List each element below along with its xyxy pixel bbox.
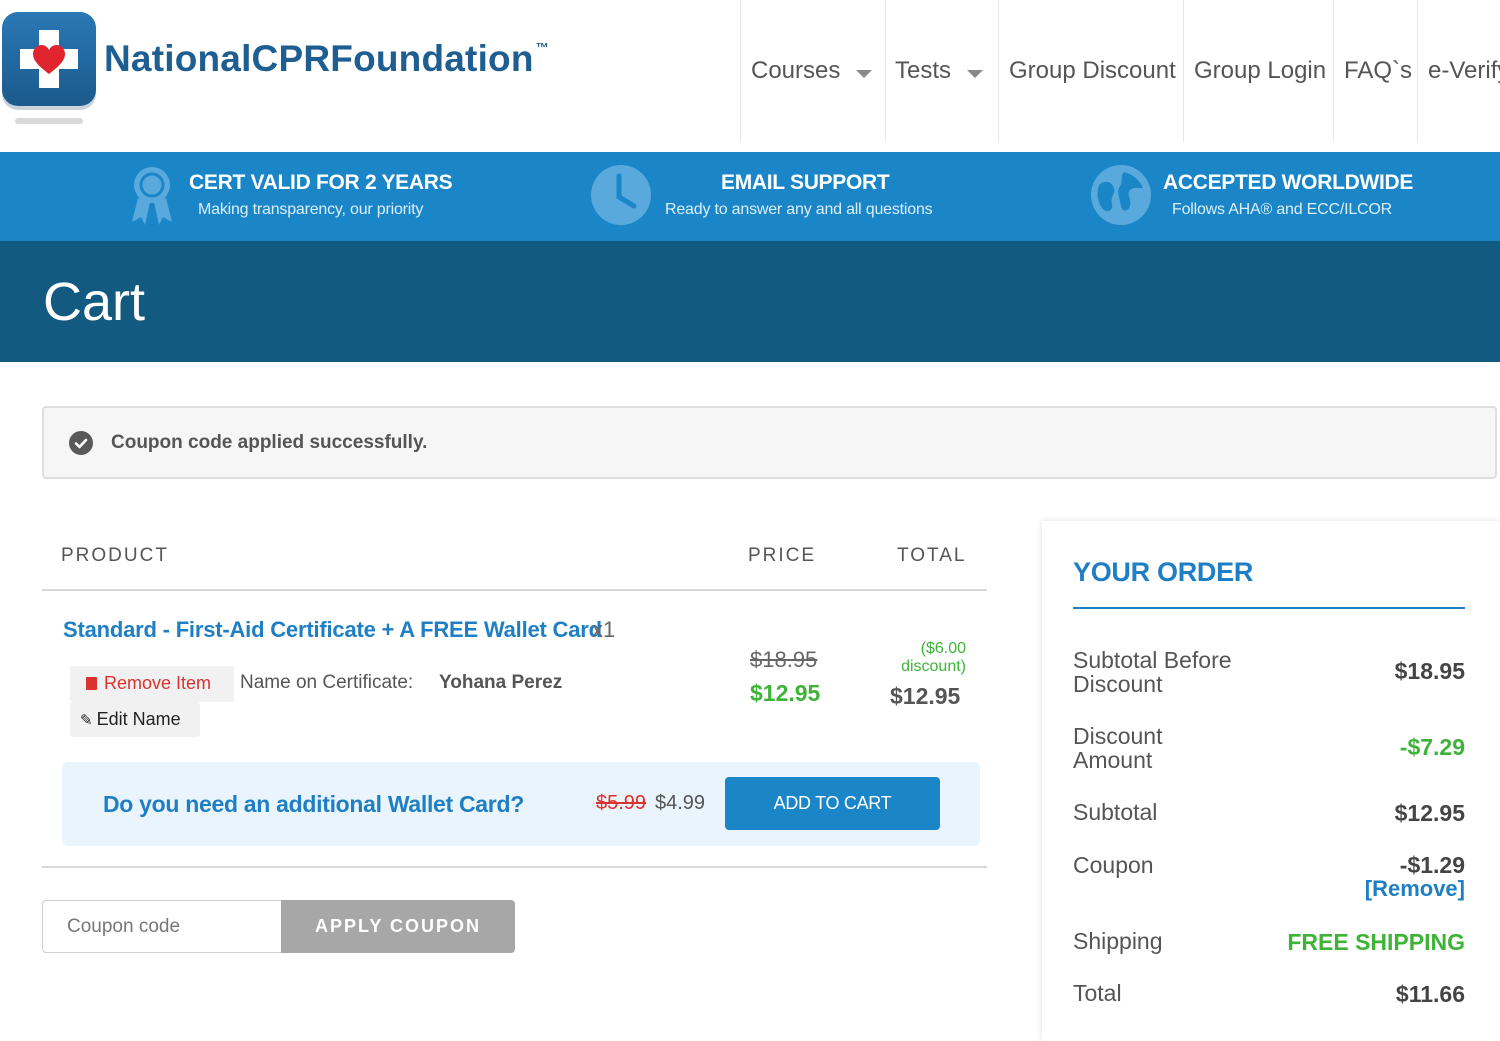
nav-courses[interactable]: Courses	[740, 0, 885, 142]
certificate-name-label: Name on Certificate:	[240, 672, 414, 693]
feature-subtitle: Ready to answer any and all questions	[665, 201, 933, 218]
summary-value-discount-amount: -$7.29	[1399, 734, 1465, 760]
column-header-product: PRODUCT	[61, 545, 169, 566]
success-notice: Coupon code applied successfully.	[42, 406, 1497, 479]
page-title-bar: Cart	[0, 241, 1500, 362]
add-to-cart-button[interactable]: ADD TO CART	[725, 777, 940, 830]
upsell-price-sale: $4.99	[655, 792, 706, 814]
ribbon-award-icon	[132, 167, 172, 225]
table-divider	[42, 866, 987, 868]
summary-value-coupon: -$1.29	[1399, 852, 1465, 878]
discount-note: ($6.00 discount)	[901, 640, 966, 675]
summary-label-shipping: Shipping	[1073, 928, 1163, 954]
summary-value-subtotal-before-discount: $18.95	[1394, 658, 1465, 684]
edit-name-button[interactable]: ✎ Edit Name	[70, 702, 200, 737]
remove-coupon-link[interactable]: [Remove]	[1365, 876, 1465, 902]
product-link[interactable]: Standard - First-Aid Certificate + A FRE…	[63, 617, 602, 643]
price-sale: $12.95	[750, 680, 821, 706]
summary-value-subtotal: $12.95	[1394, 800, 1465, 826]
feature-title: EMAIL SUPPORT	[721, 171, 890, 194]
chevron-down-icon	[967, 70, 984, 78]
nav-tests[interactable]: Tests	[885, 0, 998, 142]
logo-shadow	[15, 118, 83, 124]
column-header-total: TOTAL	[897, 545, 967, 566]
nav-group-discount[interactable]: Group Discount	[998, 0, 1183, 142]
column-header-price: PRICE	[748, 545, 817, 566]
summary-label-discount-amount: Discount Amount	[1073, 723, 1163, 773]
summary-value-shipping: FREE SHIPPING	[1287, 929, 1465, 955]
apply-coupon-button[interactable]: APPLY COUPON	[281, 900, 515, 953]
feature-subtitle: Making transparency, our priority	[198, 201, 424, 218]
clock-icon	[591, 165, 651, 225]
wallet-card-upsell: Do you need an additional Wallet Card? $…	[62, 762, 980, 846]
price-original: $18.95	[750, 647, 818, 672]
nav-e-verify[interactable]: e-Verify	[1417, 0, 1500, 142]
main-nav: Courses Tests Group Discount Group Login…	[740, 0, 1500, 142]
check-circle-icon	[69, 431, 93, 455]
feature-band: CERT VALID FOR 2 YEARS Making transparen…	[0, 152, 1500, 241]
summary-label-subtotal: Subtotal	[1073, 799, 1158, 825]
product-quantity: x1	[592, 617, 616, 642]
feature-subtitle: Follows AHA® and ECC/ILCOR	[1172, 201, 1392, 218]
logo-heart-cross-icon[interactable]	[2, 12, 96, 106]
site-header: NationalCPRFoundation ™ Courses Tests Gro…	[0, 0, 1500, 152]
feature-title: CERT VALID FOR 2 YEARS	[189, 171, 453, 194]
coupon-code-input[interactable]	[42, 900, 282, 953]
notice-message: Coupon code applied successfully.	[111, 432, 428, 453]
line-total: $12.95	[890, 683, 961, 709]
page-title: Cart	[43, 272, 146, 332]
table-divider	[42, 589, 987, 591]
summary-label-subtotal-before-discount: Subtotal Before Discount	[1073, 647, 1232, 697]
order-title-underline	[1073, 607, 1465, 609]
order-summary-title: YOUR ORDER	[1073, 557, 1254, 587]
certificate-name-value: Yohana Perez	[439, 672, 563, 693]
feature-title: ACCEPTED WORLDWIDE	[1163, 171, 1414, 194]
chevron-down-icon	[856, 70, 873, 78]
upsell-question: Do you need an additional Wallet Card?	[103, 791, 524, 817]
summary-value-total: $11.66	[1395, 981, 1465, 1007]
summary-label-total: Total	[1073, 980, 1122, 1006]
brand-name[interactable]: NationalCPRFoundation ™	[104, 38, 549, 80]
globe-icon	[1091, 165, 1151, 225]
remove-item-button[interactable]: Remove Item	[70, 666, 234, 702]
upsell-price-original: $5.99	[596, 792, 647, 814]
pencil-icon: ✎	[80, 712, 93, 729]
nav-faqs[interactable]: FAQ`s	[1333, 0, 1417, 142]
order-summary: YOUR ORDER Subtotal Before Discount $18.…	[1042, 521, 1500, 1041]
summary-label-coupon: Coupon	[1073, 852, 1154, 878]
nav-group-login[interactable]: Group Login	[1183, 0, 1333, 142]
trash-icon	[86, 677, 97, 690]
